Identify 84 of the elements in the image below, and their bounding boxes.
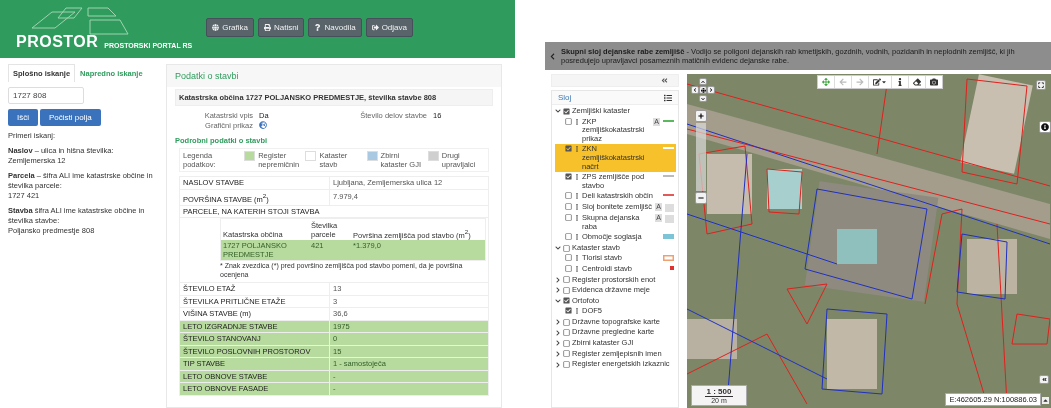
printer-icon	[264, 23, 272, 31]
question-mark-icon	[314, 23, 322, 31]
nav-button[interactable]: Grafika	[206, 17, 255, 37]
nav-button[interactable]: Navodila	[308, 17, 362, 37]
caret-icon[interactable]	[1042, 397, 1049, 404]
chevron-down-icon	[701, 96, 705, 101]
arrow-left-icon	[839, 78, 847, 86]
checkbox[interactable]	[563, 329, 570, 337]
drag-handle-icon[interactable]	[574, 234, 580, 241]
double-chevron-icon	[1041, 377, 1047, 382]
search-button[interactable]: Počisti polja	[40, 109, 101, 126]
checkbox[interactable]	[565, 233, 572, 241]
drag-handle-icon[interactable]	[574, 193, 580, 200]
minus-icon	[698, 195, 704, 201]
panel-title: Sloj	[558, 93, 572, 102]
drag-handle-icon[interactable]	[574, 118, 580, 125]
drag-handle-icon[interactable]	[574, 203, 580, 210]
double-chevron-icon	[661, 77, 668, 84]
checkbox[interactable]	[565, 145, 572, 153]
checkbox[interactable]	[563, 350, 570, 358]
checkbox[interactable]	[563, 107, 570, 115]
chevron-icon[interactable]	[555, 276, 561, 283]
list-icon[interactable]	[664, 93, 672, 102]
chevron-icon[interactable]	[555, 319, 561, 326]
checkbox[interactable]	[563, 318, 570, 326]
collapse-map-button[interactable]	[1039, 375, 1049, 384]
drag-handle-icon[interactable]	[574, 174, 580, 181]
camera-icon	[930, 78, 938, 86]
checkbox[interactable]	[565, 307, 572, 315]
checkbox[interactable]	[565, 117, 572, 125]
caret-icon	[881, 79, 887, 85]
nav-button[interactable]: Natisni	[258, 17, 305, 37]
checkbox[interactable]	[565, 213, 572, 221]
drag-handle-icon[interactable]	[574, 214, 580, 221]
nav-button[interactable]: Odjava	[365, 17, 413, 37]
pan-up-button[interactable]	[699, 78, 707, 85]
drag-handle-icon[interactable]	[574, 255, 580, 262]
zoom-in-button[interactable]	[695, 110, 707, 122]
chevron-icon[interactable]	[555, 350, 561, 357]
checkbox[interactable]	[563, 339, 570, 347]
logo-title: PROSTOR	[16, 34, 99, 50]
expand-icon	[1038, 82, 1044, 88]
chevron-icon[interactable]	[555, 245, 561, 251]
zoom-out-button[interactable]	[695, 192, 707, 204]
info-icon	[1041, 123, 1049, 131]
info-button[interactable]	[1039, 121, 1051, 133]
info-icon	[896, 78, 904, 86]
drag-handle-icon[interactable]	[574, 308, 580, 315]
fullscreen-button[interactable]	[1036, 80, 1046, 90]
chevron-up-icon	[701, 79, 705, 84]
checkbox[interactable]	[563, 276, 570, 284]
drag-handle-icon[interactable]	[574, 146, 580, 153]
pan-left-button[interactable]	[691, 86, 699, 94]
back-chevron-icon[interactable]	[549, 52, 556, 60]
plus-icon	[698, 113, 704, 119]
checkbox[interactable]	[563, 297, 570, 305]
edit-icon	[873, 78, 881, 86]
checkbox[interactable]	[565, 264, 572, 272]
chevron-icon[interactable]	[555, 287, 561, 294]
checkbox[interactable]	[565, 254, 572, 262]
chevron-icon[interactable]	[555, 361, 561, 368]
pan-down-button[interactable]	[699, 95, 707, 102]
chevron-icon[interactable]	[555, 340, 561, 347]
chevron-left-icon	[693, 88, 697, 92]
eraser-icon	[913, 78, 921, 86]
panel-title: Podatki o stavbi	[167, 65, 501, 87]
move-icon	[822, 78, 830, 86]
checkbox[interactable]	[563, 244, 570, 252]
checkbox[interactable]	[565, 173, 572, 181]
arrow-right-icon	[856, 78, 864, 86]
checkbox[interactable]	[563, 286, 570, 294]
drag-handle-icon[interactable]	[574, 265, 580, 272]
chevron-icon[interactable]	[555, 329, 561, 336]
chevron-right-icon	[709, 88, 713, 92]
checkbox[interactable]	[563, 361, 570, 369]
chevron-icon[interactable]	[555, 108, 561, 115]
checkbox[interactable]	[565, 202, 572, 210]
scale-text: 1 : 500	[706, 387, 732, 396]
checkbox[interactable]	[565, 192, 572, 200]
search-field[interactable]: 1727 808	[8, 87, 84, 104]
search-button[interactable]: Išči	[8, 109, 38, 126]
logout-icon	[371, 23, 379, 31]
pan-right-button[interactable]	[707, 86, 715, 94]
chevron-icon[interactable]	[555, 298, 561, 304]
